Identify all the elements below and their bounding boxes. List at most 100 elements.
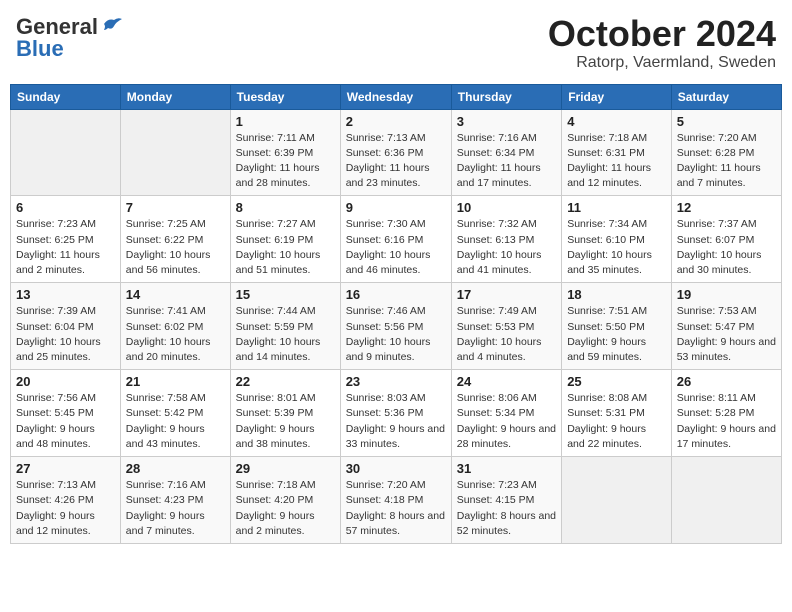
day-number: 29: [236, 461, 335, 476]
calendar-cell: 21 Sunrise: 7:58 AMSunset: 5:42 PMDayligh…: [120, 370, 230, 457]
calendar-cell: 29 Sunrise: 7:18 AMSunset: 4:20 PMDayligh…: [230, 457, 340, 544]
day-number: 14: [126, 287, 225, 302]
day-number: 8: [236, 200, 335, 215]
calendar-week-row-5: 27 Sunrise: 7:13 AMSunset: 4:26 PMDayligh…: [11, 457, 782, 544]
calendar-cell: 28 Sunrise: 7:16 AMSunset: 4:23 PMDayligh…: [120, 457, 230, 544]
day-number: 25: [567, 374, 666, 389]
day-number: 6: [16, 200, 115, 215]
calendar-cell: 16Sunrise: 7:46 AMSunset: 5:56 PMDayligh…: [340, 283, 451, 370]
day-info: Sunrise: 7:37 AMSunset: 6:07 PMDaylight:…: [677, 217, 776, 278]
calendar-cell: 24 Sunrise: 8:06 AMSunset: 5:34 PMDayligh…: [451, 370, 561, 457]
day-number: 12: [677, 200, 776, 215]
calendar-cell: 10 Sunrise: 7:32 AMSunset: 6:13 PMDayligh…: [451, 196, 561, 283]
day-number: 9: [346, 200, 446, 215]
day-number: 24: [457, 374, 556, 389]
day-number: 11: [567, 200, 666, 215]
logo: General Blue: [16, 14, 122, 62]
calendar-cell: 25Sunrise: 8:08 AMSunset: 5:31 PMDayligh…: [562, 370, 672, 457]
day-number: 28: [126, 461, 225, 476]
calendar-cell: 26 Sunrise: 8:11 AMSunset: 5:28 PMDayligh…: [671, 370, 781, 457]
day-number: 27: [16, 461, 115, 476]
calendar-cell: 8 Sunrise: 7:27 AMSunset: 6:19 PMDaylight…: [230, 196, 340, 283]
day-number: 20: [16, 374, 115, 389]
calendar-cell: 5 Sunrise: 7:20 AMSunset: 6:28 PMDaylight…: [671, 109, 781, 196]
calendar-cell: [120, 109, 230, 196]
calendar-cell: 20 Sunrise: 7:56 AMSunset: 5:45 PMDayligh…: [11, 370, 121, 457]
weekday-header-tuesday: Tuesday: [230, 84, 340, 109]
calendar-week-row-2: 6 Sunrise: 7:23 AMSunset: 6:25 PMDaylight…: [11, 196, 782, 283]
day-info: Sunrise: 7:20 AMSunset: 4:18 PMDaylight:…: [346, 478, 446, 539]
calendar-cell: 3Sunrise: 7:16 AMSunset: 6:34 PMDaylight…: [451, 109, 561, 196]
day-info: Sunrise: 7:39 AMSunset: 6:04 PMDaylight:…: [16, 304, 115, 365]
day-info: Sunrise: 7:27 AMSunset: 6:19 PMDaylight:…: [236, 217, 335, 278]
day-number: 19: [677, 287, 776, 302]
calendar-cell: 12 Sunrise: 7:37 AMSunset: 6:07 PMDayligh…: [671, 196, 781, 283]
day-info: Sunrise: 7:23 AMSunset: 4:15 PMDaylight:…: [457, 478, 556, 539]
calendar-week-row-3: 13 Sunrise: 7:39 AMSunset: 6:04 PMDayligh…: [11, 283, 782, 370]
day-number: 1: [236, 114, 335, 129]
day-number: 22: [236, 374, 335, 389]
day-info: Sunrise: 7:30 AMSunset: 6:16 PMDaylight:…: [346, 217, 446, 278]
calendar-cell: 6 Sunrise: 7:23 AMSunset: 6:25 PMDaylight…: [11, 196, 121, 283]
calendar-cell: 31 Sunrise: 7:23 AMSunset: 4:15 PMDayligh…: [451, 457, 561, 544]
calendar-cell: [11, 109, 121, 196]
day-number: 5: [677, 114, 776, 129]
weekday-header-sunday: Sunday: [11, 84, 121, 109]
day-info: Sunrise: 8:11 AMSunset: 5:28 PMDaylight:…: [677, 391, 776, 452]
day-info: Sunrise: 7:20 AMSunset: 6:28 PMDaylight:…: [677, 131, 776, 192]
day-info: Sunrise: 7:11 AMSunset: 6:39 PMDaylight:…: [236, 131, 335, 192]
day-number: 4: [567, 114, 666, 129]
day-info: Sunrise: 8:03 AMSunset: 5:36 PMDaylight:…: [346, 391, 446, 452]
day-info: Sunrise: 7:13 AMSunset: 6:36 PMDaylight:…: [346, 131, 446, 192]
calendar-cell: 7Sunrise: 7:25 AMSunset: 6:22 PMDaylight…: [120, 196, 230, 283]
title-block: October 2024 Ratorp, Vaermland, Sweden: [548, 14, 776, 72]
day-info: Sunrise: 7:58 AMSunset: 5:42 PMDaylight:…: [126, 391, 225, 452]
calendar-cell: 2 Sunrise: 7:13 AMSunset: 6:36 PMDaylight…: [340, 109, 451, 196]
calendar-cell: [671, 457, 781, 544]
day-info: Sunrise: 7:18 AMSunset: 6:31 PMDaylight:…: [567, 131, 666, 192]
location: Ratorp, Vaermland, Sweden: [548, 54, 776, 72]
day-number: 13: [16, 287, 115, 302]
day-info: Sunrise: 7:49 AMSunset: 5:53 PMDaylight:…: [457, 304, 556, 365]
calendar-cell: 18Sunrise: 7:51 AMSunset: 5:50 PMDayligh…: [562, 283, 672, 370]
day-number: 10: [457, 200, 556, 215]
day-info: Sunrise: 7:51 AMSunset: 5:50 PMDaylight:…: [567, 304, 666, 365]
day-number: 26: [677, 374, 776, 389]
day-info: Sunrise: 7:18 AMSunset: 4:20 PMDaylight:…: [236, 478, 335, 539]
month-title: October 2024: [548, 14, 776, 54]
day-info: Sunrise: 7:53 AMSunset: 5:47 PMDaylight:…: [677, 304, 776, 365]
day-number: 15: [236, 287, 335, 302]
day-number: 3: [457, 114, 556, 129]
logo-bird-icon: [100, 16, 122, 34]
calendar-cell: 13 Sunrise: 7:39 AMSunset: 6:04 PMDayligh…: [11, 283, 121, 370]
day-number: 2: [346, 114, 446, 129]
day-number: 21: [126, 374, 225, 389]
day-info: Sunrise: 7:25 AMSunset: 6:22 PMDaylight:…: [126, 217, 225, 278]
day-info: Sunrise: 8:06 AMSunset: 5:34 PMDaylight:…: [457, 391, 556, 452]
day-info: Sunrise: 7:32 AMSunset: 6:13 PMDaylight:…: [457, 217, 556, 278]
calendar-cell: 23Sunrise: 8:03 AMSunset: 5:36 PMDayligh…: [340, 370, 451, 457]
weekday-header-monday: Monday: [120, 84, 230, 109]
day-info: Sunrise: 7:16 AMSunset: 4:23 PMDaylight:…: [126, 478, 225, 539]
weekday-header-thursday: Thursday: [451, 84, 561, 109]
calendar-cell: 22Sunrise: 8:01 AMSunset: 5:39 PMDayligh…: [230, 370, 340, 457]
calendar-cell: 27 Sunrise: 7:13 AMSunset: 4:26 PMDayligh…: [11, 457, 121, 544]
weekday-header-wednesday: Wednesday: [340, 84, 451, 109]
day-info: Sunrise: 7:13 AMSunset: 4:26 PMDaylight:…: [16, 478, 115, 539]
day-info: Sunrise: 7:44 AMSunset: 5:59 PMDaylight:…: [236, 304, 335, 365]
day-info: Sunrise: 7:23 AMSunset: 6:25 PMDaylight:…: [16, 217, 115, 278]
page-header: General Blue October 2024 Ratorp, Vaerml…: [10, 10, 782, 76]
day-info: Sunrise: 7:46 AMSunset: 5:56 PMDaylight:…: [346, 304, 446, 365]
day-number: 17: [457, 287, 556, 302]
calendar-cell: 9 Sunrise: 7:30 AMSunset: 6:16 PMDaylight…: [340, 196, 451, 283]
day-number: 30: [346, 461, 446, 476]
day-number: 31: [457, 461, 556, 476]
weekday-header-friday: Friday: [562, 84, 672, 109]
weekday-header-row: SundayMondayTuesdayWednesdayThursdayFrid…: [11, 84, 782, 109]
calendar-cell: 30 Sunrise: 7:20 AMSunset: 4:18 PMDayligh…: [340, 457, 451, 544]
calendar-table: SundayMondayTuesdayWednesdayThursdayFrid…: [10, 84, 782, 544]
calendar-cell: 1 Sunrise: 7:11 AMSunset: 6:39 PMDaylight…: [230, 109, 340, 196]
day-info: Sunrise: 7:56 AMSunset: 5:45 PMDaylight:…: [16, 391, 115, 452]
calendar-week-row-4: 20 Sunrise: 7:56 AMSunset: 5:45 PMDayligh…: [11, 370, 782, 457]
logo-blue-text: Blue: [16, 36, 64, 62]
